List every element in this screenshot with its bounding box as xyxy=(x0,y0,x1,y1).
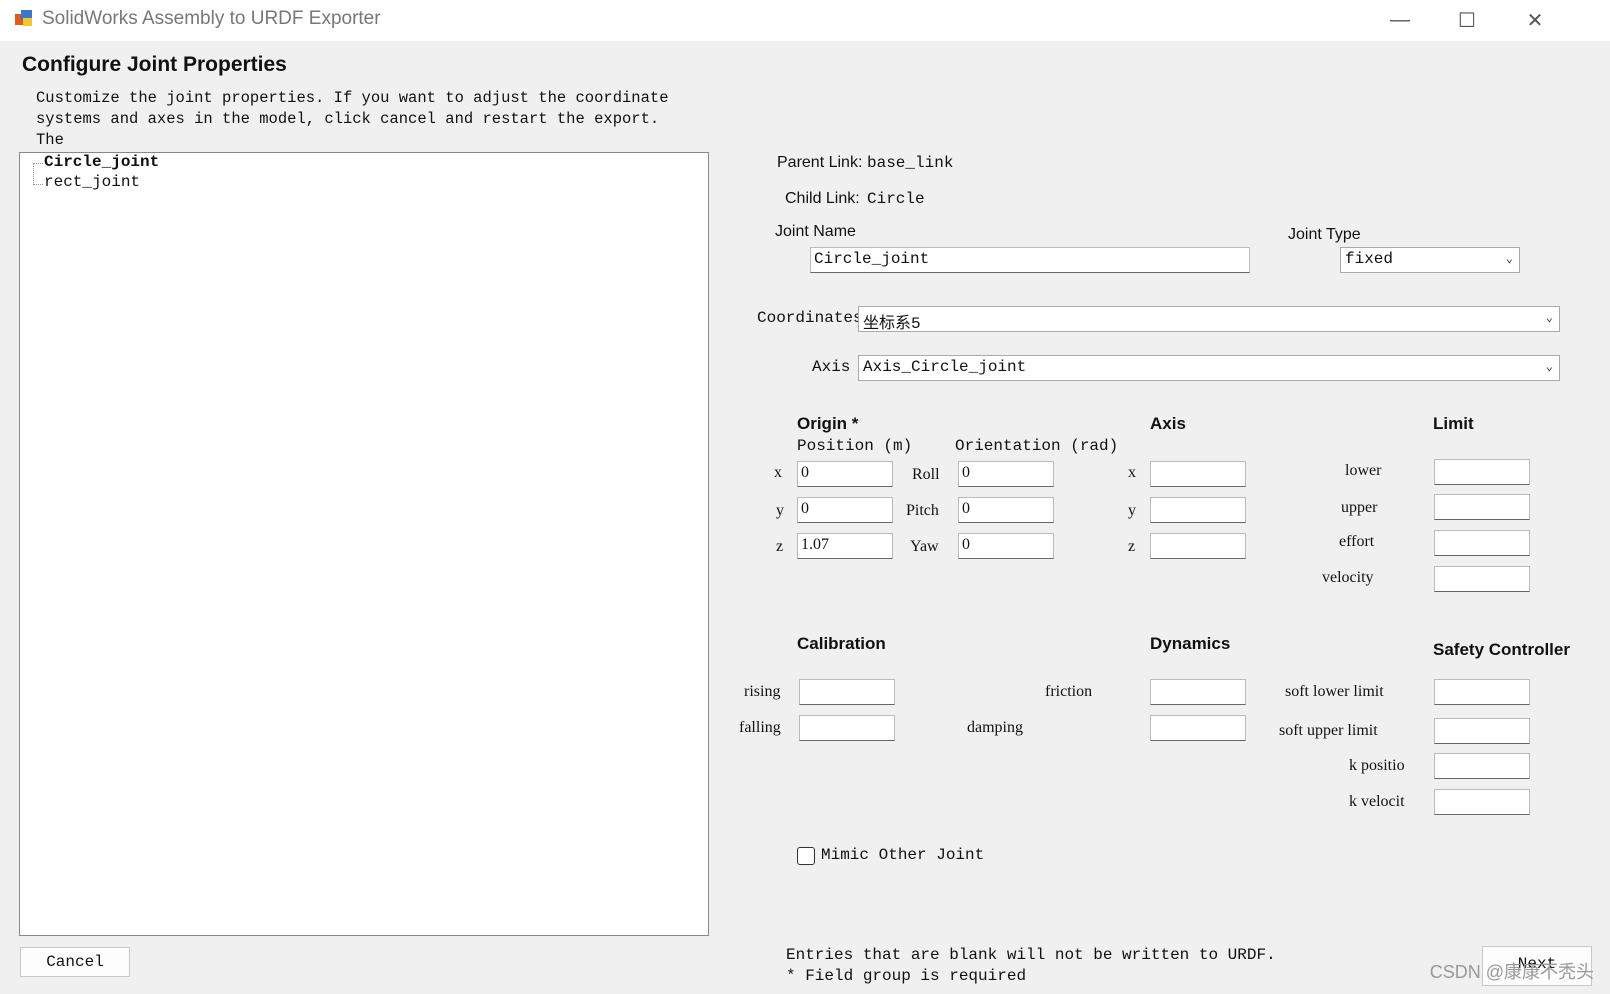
joint-name-input[interactable]: Circle_joint xyxy=(810,247,1250,273)
effort-label: effort xyxy=(1339,533,1375,550)
roll-input[interactable]: 0 xyxy=(958,461,1054,487)
axis-x-input[interactable] xyxy=(1150,461,1246,487)
falling-label: falling xyxy=(739,719,781,736)
soft-lower-limit-input[interactable] xyxy=(1434,679,1530,705)
axis-y-input[interactable] xyxy=(1150,497,1246,523)
axis-label: Axis xyxy=(812,358,851,376)
page-title: Configure Joint Properties xyxy=(22,53,287,76)
soft-lower-limit-label: soft lower limit xyxy=(1285,683,1384,700)
child-link-value: Circle xyxy=(867,190,925,208)
k-position-label: k positio xyxy=(1349,757,1405,774)
tree-item-circle-joint[interactable]: Circle_joint xyxy=(44,153,159,171)
close-button[interactable]: ✕ xyxy=(1500,0,1570,41)
tree-connector xyxy=(33,163,34,185)
effort-input[interactable] xyxy=(1434,530,1530,556)
friction-label: friction xyxy=(1045,683,1093,700)
blank-entries-note: Entries that are blank will not be writt… xyxy=(786,946,1276,964)
coordinates-label: Coordinates xyxy=(757,309,863,327)
chevron-down-icon: ⌄ xyxy=(1545,311,1553,325)
watermark: CSDN @康康不秃头 xyxy=(1429,962,1594,982)
origin-y-input[interactable]: 0 xyxy=(797,497,893,523)
origin-x-input[interactable]: 0 xyxy=(797,461,893,487)
k-position-input[interactable] xyxy=(1434,753,1530,779)
k-velocity-label: k velocit xyxy=(1349,793,1405,810)
minimize-button[interactable]: — xyxy=(1365,0,1435,41)
pitch-label: Pitch xyxy=(906,502,939,519)
axis-z-input[interactable] xyxy=(1150,533,1246,559)
coordinates-select[interactable]: 坐标系5 ⌄ xyxy=(858,306,1560,333)
joint-type-value: fixed xyxy=(1345,250,1394,268)
velocity-label: velocity xyxy=(1322,569,1374,586)
axis-y-label: y xyxy=(1128,502,1136,519)
calibration-title: Calibration xyxy=(797,634,886,653)
yaw-label: Yaw xyxy=(910,538,939,555)
chevron-down-icon: ⌄ xyxy=(1545,360,1553,374)
origin-x-label: x xyxy=(774,464,782,481)
axis-x-label: x xyxy=(1128,464,1136,481)
pitch-input[interactable]: 0 xyxy=(958,497,1054,523)
joint-type-select[interactable]: fixed ⌄ xyxy=(1340,247,1520,273)
velocity-input[interactable] xyxy=(1434,566,1530,592)
maximize-button[interactable]: ☐ xyxy=(1432,0,1502,41)
falling-input[interactable] xyxy=(799,715,895,741)
roll-label: Roll xyxy=(912,466,940,483)
cancel-button[interactable]: Cancel xyxy=(20,947,130,977)
dynamics-title: Dynamics xyxy=(1150,634,1231,653)
friction-input[interactable] xyxy=(1150,679,1246,705)
damping-input[interactable] xyxy=(1150,715,1246,741)
soft-upper-limit-label: soft upper limit xyxy=(1279,722,1378,739)
k-velocity-input[interactable] xyxy=(1434,789,1530,815)
mimic-label: Mimic Other Joint xyxy=(821,846,985,864)
parent-link-label: Parent Link: xyxy=(777,154,863,171)
upper-label: upper xyxy=(1341,499,1378,516)
upper-input[interactable] xyxy=(1434,494,1530,520)
tree-item-rect-joint[interactable]: rect_joint xyxy=(44,173,140,191)
origin-title: Origin * xyxy=(797,414,859,433)
soft-upper-limit-input[interactable] xyxy=(1434,718,1530,744)
lower-label: lower xyxy=(1345,462,1382,479)
rising-input[interactable] xyxy=(799,679,895,705)
joint-type-label: Joint Type xyxy=(1288,226,1361,243)
parent-link-value: base_link xyxy=(867,154,954,172)
damping-label: damping xyxy=(967,719,1023,736)
axis-group-title: Axis xyxy=(1150,414,1186,433)
rising-label: rising xyxy=(744,683,781,700)
joint-tree[interactable]: Circle_joint rect_joint xyxy=(19,152,709,936)
chevron-down-icon: ⌄ xyxy=(1505,252,1513,266)
app-icon xyxy=(15,10,32,26)
lower-input[interactable] xyxy=(1434,459,1530,485)
axis-select[interactable]: Axis_Circle_joint ⌄ xyxy=(858,355,1560,381)
mimic-checkbox[interactable] xyxy=(797,847,815,865)
orientation-label: Orientation (rad) xyxy=(955,437,1119,455)
tree-connector xyxy=(33,163,43,164)
position-label: Position (m) xyxy=(797,437,913,455)
tree-connector xyxy=(33,184,43,185)
safety-controller-title: Safety Controller xyxy=(1433,640,1570,659)
yaw-input[interactable]: 0 xyxy=(958,533,1054,559)
child-link-label: Child Link: xyxy=(785,190,860,207)
window-title: SolidWorks Assembly to URDF Exporter xyxy=(42,8,381,29)
axis-z-label: z xyxy=(1128,538,1136,555)
origin-z-label: z xyxy=(776,538,784,555)
coordinates-value: 坐标系5 xyxy=(863,315,921,333)
limit-title: Limit xyxy=(1433,414,1474,433)
axis-value: Axis_Circle_joint xyxy=(863,358,1027,376)
required-note: * Field group is required xyxy=(786,967,1027,985)
origin-z-input[interactable]: 1.07 xyxy=(797,533,893,559)
joint-name-label: Joint Name xyxy=(775,223,856,240)
origin-y-label: y xyxy=(776,502,784,519)
